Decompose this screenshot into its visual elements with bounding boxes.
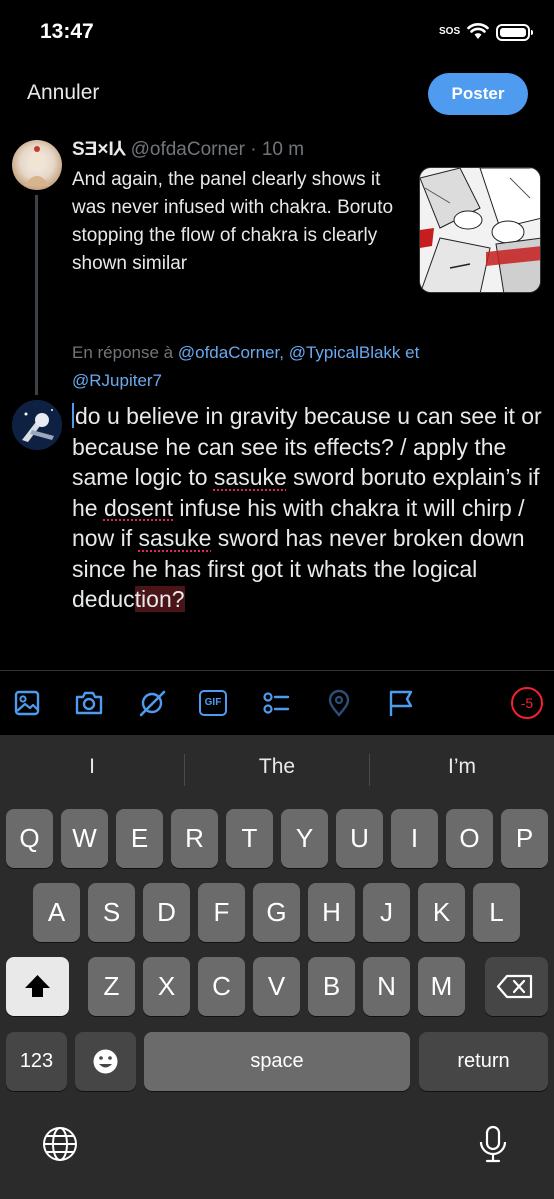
wifi-icon — [467, 23, 489, 39]
reply-context-conjunction: et — [400, 343, 420, 362]
key-g[interactable]: G — [253, 883, 300, 942]
key-e[interactable]: E — [116, 809, 163, 868]
key-m[interactable]: M — [418, 957, 465, 1016]
location-icon[interactable] — [324, 688, 354, 718]
quoted-tweet-image[interactable] — [419, 167, 541, 293]
key-b[interactable]: B — [308, 957, 355, 1016]
image-icon[interactable] — [12, 688, 42, 718]
quoted-author-name[interactable]: SƎ×I⅄ — [72, 139, 125, 160]
thread-line — [35, 195, 38, 395]
character-counter: -5 — [511, 687, 543, 719]
header-separator: · — [244, 139, 262, 160]
post-button[interactable]: Poster — [428, 73, 528, 115]
key-w[interactable]: W — [61, 809, 108, 868]
return-key[interactable]: return — [419, 1032, 548, 1091]
key-r[interactable]: R — [171, 809, 218, 868]
reply-text-input[interactable]: do u believe in gravity because u can se… — [72, 401, 542, 615]
numbers-key[interactable]: 123 — [6, 1032, 67, 1091]
key-i[interactable]: I — [391, 809, 438, 868]
key-z[interactable]: Z — [88, 957, 135, 1016]
key-c[interactable]: C — [198, 957, 245, 1016]
user-avatar[interactable] — [12, 400, 62, 450]
globe-icon[interactable] — [40, 1124, 80, 1164]
delete-icon — [496, 974, 533, 999]
suggestion-item[interactable]: I’m — [370, 755, 554, 779]
sos-indicator: SOS — [439, 26, 461, 37]
mention-link[interactable]: @RJupiter7 — [72, 371, 162, 390]
misspelled-word[interactable]: sasuke — [214, 464, 287, 490]
emoji-icon — [93, 1049, 118, 1074]
key-v[interactable]: V — [253, 957, 300, 1016]
poll-icon[interactable] — [261, 688, 291, 718]
shift-arrow-icon — [25, 975, 50, 997]
backspace-key[interactable] — [485, 957, 548, 1016]
mention-link[interactable]: @TypicalBlakk — [289, 343, 401, 362]
key-s[interactable]: S — [88, 883, 135, 942]
key-n[interactable]: N — [363, 957, 410, 1016]
key-f[interactable]: F — [198, 883, 245, 942]
quoted-author-handle[interactable]: @ofdaCorner — [131, 139, 245, 160]
key-y[interactable]: Y — [281, 809, 328, 868]
emoji-key[interactable] — [75, 1032, 136, 1091]
quoted-tweet-time: 10 m — [261, 139, 305, 160]
space-key[interactable]: space — [144, 1032, 410, 1091]
key-h[interactable]: H — [308, 883, 355, 942]
key-p[interactable]: P — [501, 809, 548, 868]
suggestion-item[interactable]: The — [185, 755, 369, 779]
misspelled-word[interactable]: dosent — [104, 495, 173, 521]
key-o[interactable]: O — [446, 809, 493, 868]
key-x[interactable]: X — [143, 957, 190, 1016]
microphone-icon[interactable] — [473, 1124, 513, 1164]
quoted-tweet-text: And again, the panel clearly shows it wa… — [72, 169, 394, 274]
key-k[interactable]: K — [418, 883, 465, 942]
grok-icon[interactable] — [137, 688, 167, 718]
cancel-button[interactable]: Annuler — [27, 81, 99, 105]
key-t[interactable]: T — [226, 809, 273, 868]
key-u[interactable]: U — [336, 809, 383, 868]
camera-icon[interactable] — [74, 688, 104, 718]
mention-link[interactable]: @ofdaCorner, — [178, 343, 284, 362]
key-a[interactable]: A — [33, 883, 80, 942]
shift-key[interactable] — [6, 957, 69, 1016]
key-j[interactable]: J — [363, 883, 410, 942]
key-q[interactable]: Q — [6, 809, 53, 868]
flag-icon[interactable] — [386, 688, 416, 718]
over-limit-text: tion? — [134, 586, 185, 612]
gif-icon[interactable]: GIF — [199, 690, 227, 716]
compose-reply-screen: 13:47 SOS Annuler Poster SƎ×I⅄ @ofdaCorn… — [0, 0, 554, 1199]
quoted-author-avatar[interactable] — [12, 140, 62, 190]
misspelled-word[interactable]: sasuke — [138, 525, 211, 551]
key-l[interactable]: L — [473, 883, 520, 942]
toolbar-divider — [0, 670, 554, 671]
key-d[interactable]: D — [143, 883, 190, 942]
reply-context: En réponse à @ofdaCorner, @TypicalBlakk … — [72, 339, 492, 395]
status-bar: 13:47 SOS — [0, 0, 554, 62]
battery-icon — [496, 24, 533, 41]
reply-context-prefix: En réponse à — [72, 343, 178, 362]
text-cursor — [72, 403, 74, 428]
quoted-tweet-header: SƎ×I⅄ @ofdaCorner · 10 m — [72, 138, 304, 161]
status-time: 13:47 — [40, 20, 94, 43]
suggestion-item[interactable]: I — [0, 755, 184, 779]
